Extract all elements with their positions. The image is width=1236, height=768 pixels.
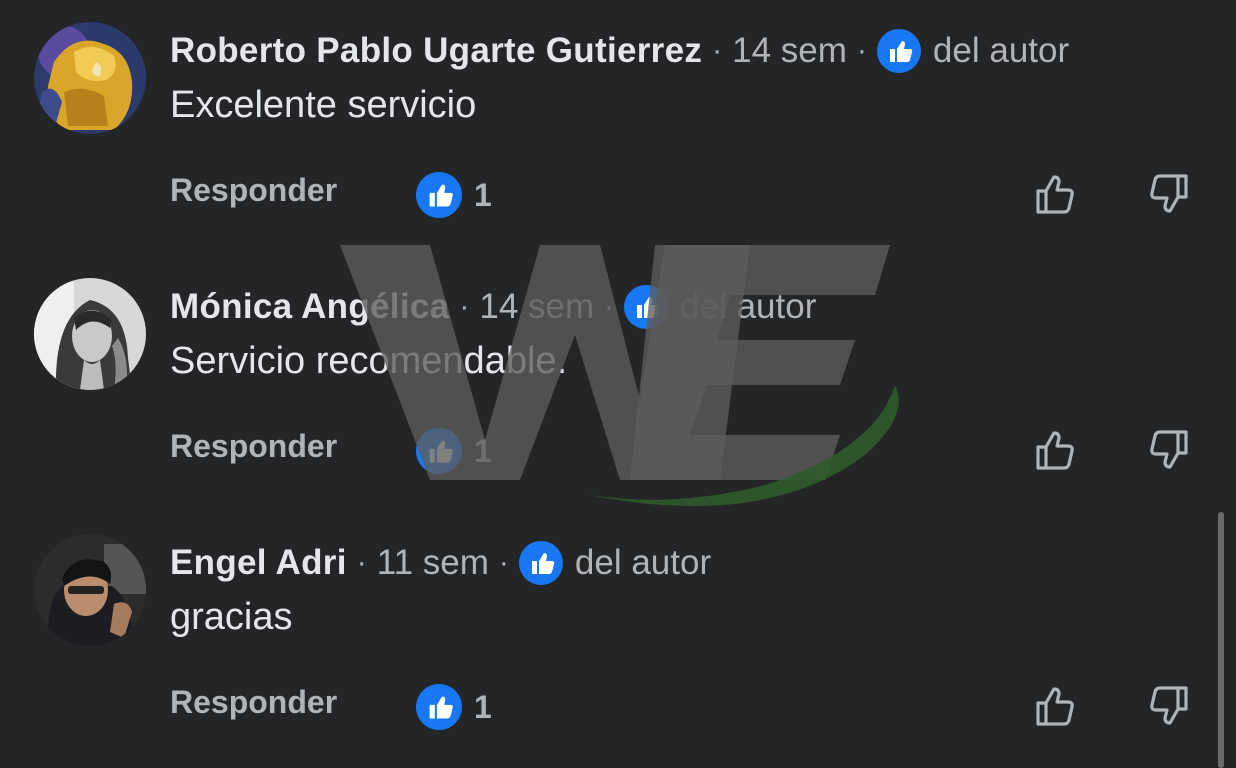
thumbs-up-outline-icon <box>1032 682 1080 730</box>
comment-text: gracias <box>170 596 293 638</box>
comments-screen: Roberto Pablo Ugarte Gutierrez · 14 sem … <box>0 0 1236 768</box>
thumbs-up-reaction-icon <box>416 428 462 474</box>
thumbs-down-outline-icon <box>1144 170 1192 218</box>
timestamp[interactable]: 11 sem <box>377 543 489 583</box>
dislike-button[interactable] <box>1144 682 1192 730</box>
like-button[interactable] <box>1032 682 1080 730</box>
comment-text: Servicio recomendable. <box>170 340 568 382</box>
reaction-count: 1 <box>474 432 492 469</box>
timestamp[interactable]: 14 sem <box>732 31 847 71</box>
thumbs-up-badge-icon <box>518 541 563 585</box>
thumbs-down-outline-icon <box>1144 682 1192 730</box>
comment-header: Engel Adri · 11 sem · del autor <box>170 538 711 588</box>
comment-item: Engel Adri · 11 sem · del autor gracias … <box>0 512 1236 768</box>
avatar[interactable] <box>34 22 146 134</box>
dislike-button[interactable] <box>1144 426 1192 474</box>
thumbs-down-outline-icon <box>1144 426 1192 474</box>
avatar[interactable] <box>34 534 146 646</box>
thumbs-up-badge-icon <box>876 29 921 73</box>
comment-header: Roberto Pablo Ugarte Gutierrez · 14 sem … <box>170 26 1069 76</box>
separator-dot: · <box>856 34 867 67</box>
author-role: del autor <box>932 31 1070 70</box>
avatar[interactable] <box>34 278 146 390</box>
thumbs-up-outline-icon <box>1032 426 1080 474</box>
reaction-count: 1 <box>474 688 492 725</box>
author-name[interactable]: Engel Adri <box>170 543 347 583</box>
author-name[interactable]: Roberto Pablo Ugarte Gutierrez <box>170 31 702 71</box>
like-button[interactable] <box>1032 170 1080 218</box>
scrollbar[interactable] <box>1218 512 1224 768</box>
reaction-summary[interactable]: 1 <box>416 172 492 218</box>
author-name[interactable]: Mónica Angélica <box>170 287 449 327</box>
reply-button[interactable]: Responder <box>170 172 337 209</box>
reply-button[interactable]: Responder <box>170 428 337 465</box>
author-role: del autor <box>680 287 817 326</box>
thumbs-up-badge-icon <box>624 285 669 329</box>
separator-dot: · <box>459 290 470 323</box>
comment-header: Mónica Angélica · 14 sem · del autor <box>170 282 816 332</box>
author-role: del autor <box>574 543 712 582</box>
comment-text: Excelente servicio <box>170 84 477 126</box>
thumbs-up-outline-icon <box>1032 170 1080 218</box>
comment-item: Mónica Angélica · 14 sem · del autor Ser… <box>0 256 1236 512</box>
separator-dot: · <box>604 290 615 323</box>
separator-dot: · <box>498 546 509 579</box>
dislike-button[interactable] <box>1144 170 1192 218</box>
reaction-summary[interactable]: 1 <box>416 684 492 730</box>
reaction-summary[interactable]: 1 <box>416 428 492 474</box>
reaction-count: 1 <box>474 176 492 213</box>
timestamp[interactable]: 14 sem <box>479 287 594 327</box>
separator-dot: · <box>356 546 367 579</box>
reply-button[interactable]: Responder <box>170 684 337 721</box>
thumbs-up-reaction-icon <box>416 684 462 730</box>
thumbs-up-reaction-icon <box>416 172 462 218</box>
separator-dot: · <box>712 34 723 67</box>
comment-item: Roberto Pablo Ugarte Gutierrez · 14 sem … <box>0 0 1236 256</box>
like-button[interactable] <box>1032 426 1080 474</box>
